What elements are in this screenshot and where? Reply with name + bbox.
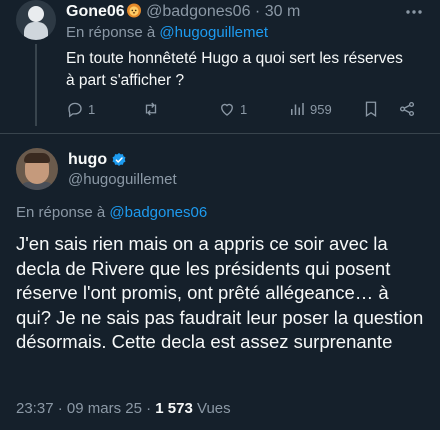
like-icon (221, 103, 233, 116)
share-button[interactable] (398, 100, 416, 118)
tweet1-reply-to-link[interactable]: @hugoguillemet (159, 24, 268, 41)
tweet1-time[interactable]: 30 m (265, 3, 301, 20)
verified-badge-icon (112, 153, 126, 166)
tweet2-reply-to-link[interactable]: @badgones06 (109, 204, 207, 221)
views-button[interactable]: 959 (288, 100, 332, 118)
tweet1-action-bar: 1 1 959 (66, 100, 426, 122)
retweet-button[interactable] (142, 100, 164, 118)
tweet2-views-count: 1 573 (155, 400, 193, 417)
tweet2-sep1: · (57, 400, 63, 417)
tweet2-sep2: · (146, 400, 152, 417)
avatar-hugo[interactable] (16, 148, 58, 190)
more-icon[interactable] (404, 2, 424, 22)
avatar-hair (24, 153, 50, 163)
tweet2-reply-context: En réponse à @badgones06 (16, 204, 207, 222)
avatar-gone06[interactable] (16, 0, 56, 40)
tweet1-reply-prefix: En réponse à (66, 24, 156, 41)
bookmark-icon (365, 101, 377, 118)
views-icon (291, 103, 304, 115)
reply-icon (68, 102, 82, 118)
divider (0, 133, 440, 134)
tweet1-handle[interactable]: @badgones06 (146, 3, 250, 20)
reply-button[interactable]: 1 (66, 100, 95, 118)
reply-count: 1 (88, 101, 96, 117)
like-count: 1 (240, 101, 248, 117)
tweet1-text: En toute honnêteté Hugo a quoi sert les … (66, 50, 403, 89)
share-icon (399, 101, 415, 117)
tweet2-text: J'en sais rien mais on a appris ce soir … (16, 233, 424, 352)
bookmark-button[interactable] (362, 100, 380, 118)
tweet2-meta: 23:37 · 09 mars 25 · 1 573 Vues (16, 400, 231, 418)
like-button[interactable]: 1 (218, 100, 247, 118)
views-count: 959 (310, 101, 332, 117)
tweet1-display-name[interactable]: Gone06 (66, 3, 125, 20)
tweet1-header: Gone06 @badgones06 · 30 m (66, 2, 300, 22)
tweet2-reply-prefix: En réponse à (16, 204, 106, 221)
tweet2-time[interactable]: 23:37 (16, 400, 54, 417)
tweet2-name-row: hugo (68, 150, 127, 170)
tweet1-reply-context: En réponse à @hugoguillemet (66, 24, 268, 42)
tweet2-display-name[interactable]: hugo (68, 150, 107, 170)
tweet1-separator: · (254, 3, 261, 20)
tweet2-handle[interactable]: @hugoguillemet (68, 171, 177, 189)
tweet2-views-label: Vues (197, 400, 231, 417)
thread-line (35, 44, 37, 126)
tweet2-date[interactable]: 09 mars 25 (67, 400, 142, 417)
retweet-icon (145, 102, 157, 116)
lion-emoji-icon (126, 3, 141, 18)
